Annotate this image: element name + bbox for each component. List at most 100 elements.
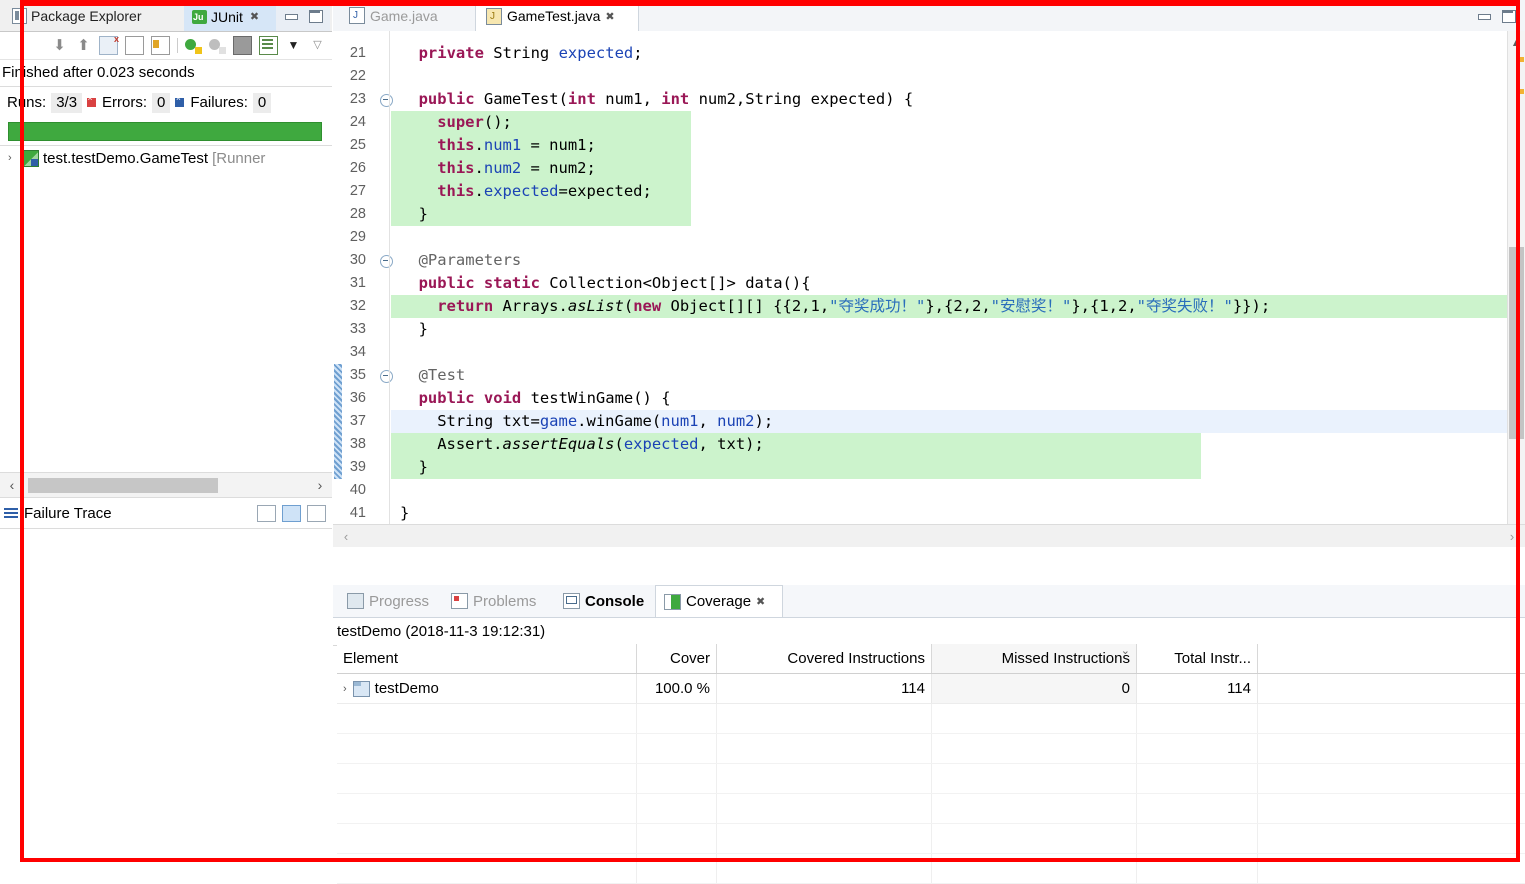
code-token: = num1; xyxy=(521,136,596,154)
table-cell: 100.0 % xyxy=(637,674,717,703)
line-number: 24 xyxy=(349,114,366,130)
code-text-area[interactable]: private String expected; public GameTest(… xyxy=(391,31,1525,547)
code-token: super xyxy=(437,113,484,131)
warning-marker-icon[interactable] xyxy=(1517,57,1524,62)
maximize-icon[interactable] xyxy=(308,9,323,23)
hscroll-track[interactable] xyxy=(20,477,312,493)
table-empty-cell xyxy=(717,794,932,823)
code-token: ( xyxy=(623,297,634,315)
close-icon[interactable]: ✖ xyxy=(250,10,259,23)
editor-horizontal-scrollbar[interactable]: ‹ › xyxy=(333,524,1525,547)
column-header[interactable]: Total Instr... xyxy=(1137,644,1258,673)
code-line: public GameTest(int num1, int num2,Strin… xyxy=(419,88,914,111)
code-token: },{1,2, xyxy=(1071,297,1137,315)
column-header[interactable]: Cover xyxy=(637,644,717,673)
line-number: 39 xyxy=(349,459,366,475)
tab-coverage[interactable]: Coverage ✖ xyxy=(655,585,783,617)
column-header[interactable]: Missed Instructions ⌄ xyxy=(932,644,1137,673)
code-token: num1, xyxy=(595,90,662,108)
maximize-icon[interactable] xyxy=(1501,9,1516,23)
coverage-table[interactable]: Element Cover Covered Instructions Missed I… xyxy=(337,644,1525,884)
code-token: private xyxy=(418,44,494,62)
java-file-warning-icon xyxy=(486,7,502,25)
java-file-icon xyxy=(349,7,365,24)
column-header[interactable]: Covered Instructions xyxy=(717,644,932,673)
code-token: num2 xyxy=(483,159,522,177)
minimize-icon[interactable] xyxy=(1477,10,1491,22)
junit-test-tree[interactable]: › test.testDemo.GameTest [Runner xyxy=(0,145,332,472)
test-history-icon[interactable] xyxy=(259,36,278,55)
line-number: 32 xyxy=(349,298,366,314)
maximize-trace-icon[interactable] xyxy=(307,504,326,522)
test-tree-row[interactable]: › test.testDemo.GameTest [Runner xyxy=(0,146,332,170)
code-editor[interactable]: 21 22 23 24 25 26 27 28 29 30 31 32 33 34 35 36 37 38 39 40… xyxy=(333,31,1525,547)
scroll-right-icon[interactable]: › xyxy=(1499,529,1525,544)
scroll-left-icon[interactable]: ‹ xyxy=(4,477,20,493)
code-token: assertEquals xyxy=(502,435,615,453)
table-empty-cell xyxy=(932,794,1137,823)
code-token: public void xyxy=(418,389,531,407)
line-number: 22 xyxy=(349,68,366,84)
code-token: int xyxy=(661,90,690,108)
show-failures-only-icon[interactable]: x xyxy=(99,34,119,55)
errors-label: Errors: xyxy=(102,94,148,111)
chevron-right-icon[interactable]: › xyxy=(343,683,347,695)
coverage-table-body[interactable]: › testDemo 100.0 % 114 0 114 xyxy=(337,674,1525,884)
close-icon[interactable]: ✖ xyxy=(605,10,614,23)
code-token: this xyxy=(437,159,475,177)
table-empty-cell xyxy=(637,764,717,793)
column-header[interactable]: Element xyxy=(337,644,637,673)
code-token: public xyxy=(418,90,484,108)
code-token: game xyxy=(539,412,578,430)
minimize-view-icon[interactable]: ▽ xyxy=(309,37,326,54)
lock-icon[interactable] xyxy=(151,36,170,55)
scroll-up-icon[interactable]: ▲ xyxy=(1508,31,1525,53)
chevron-right-icon[interactable]: › xyxy=(8,152,18,164)
code-token: GameTest( xyxy=(483,90,568,108)
table-empty-cell xyxy=(337,854,637,883)
next-failure-icon[interactable]: ⬇ xyxy=(51,37,68,54)
code-token: return xyxy=(437,297,503,315)
stop-icon[interactable] xyxy=(125,36,144,55)
table-empty-cell xyxy=(1137,824,1258,853)
filter-stack-trace-icon[interactable] xyxy=(282,504,301,522)
code-token: } xyxy=(418,205,428,223)
tab-progress[interactable]: Progress xyxy=(339,585,443,617)
code-token: num2 xyxy=(717,412,755,430)
view-menu-icon[interactable]: ▼ xyxy=(285,37,302,54)
code-line: @Parameters xyxy=(419,249,522,272)
scroll-right-icon[interactable]: › xyxy=(312,477,328,493)
hscroll-thumb[interactable] xyxy=(28,477,218,493)
vscroll-thumb[interactable] xyxy=(1509,247,1524,439)
compare-result-icon[interactable] xyxy=(257,504,276,522)
table-empty-cell xyxy=(637,704,717,733)
scroll-left-icon[interactable]: ‹ xyxy=(333,529,359,544)
rerun-test-icon[interactable] xyxy=(185,37,202,54)
table-empty-cell xyxy=(717,704,932,733)
warning-marker-icon[interactable] xyxy=(1517,89,1524,94)
previous-failure-icon[interactable]: ⬆ xyxy=(75,37,92,54)
tab-console[interactable]: Console xyxy=(555,585,655,617)
close-icon[interactable]: ✖ xyxy=(756,595,765,608)
table-row[interactable]: › testDemo 100.0 % 114 0 114 xyxy=(337,674,1525,704)
table-empty-row xyxy=(337,824,1525,854)
minimize-icon[interactable] xyxy=(284,10,298,22)
code-token: = num2; xyxy=(521,159,596,177)
junit-tree-hscrollbar[interactable]: ‹ › xyxy=(0,472,332,497)
table-empty-cell xyxy=(717,764,932,793)
line-number: 33 xyxy=(349,321,366,337)
junit-progress-bar xyxy=(8,122,322,141)
rerun-failed-icon[interactable] xyxy=(209,37,226,54)
editor-area: Game.java GameTest.java ✖ 21 22 23 24 25 26 27… xyxy=(333,0,1525,884)
code-token: num2,String expected) { xyxy=(689,90,914,108)
table-empty-cell xyxy=(637,734,717,763)
failure-trace-toolbar xyxy=(257,504,332,522)
table-empty-cell xyxy=(717,854,932,883)
junit-icon: Ju xyxy=(192,9,207,24)
line-number: 29 xyxy=(349,229,366,245)
tab-problems[interactable]: Problems xyxy=(443,585,555,617)
editor-vertical-scrollbar[interactable]: ▲ ▼ xyxy=(1507,31,1525,547)
terminate-icon[interactable] xyxy=(233,36,252,55)
code-line: private String expected; xyxy=(419,42,643,65)
ehscroll-track[interactable] xyxy=(359,529,1499,544)
